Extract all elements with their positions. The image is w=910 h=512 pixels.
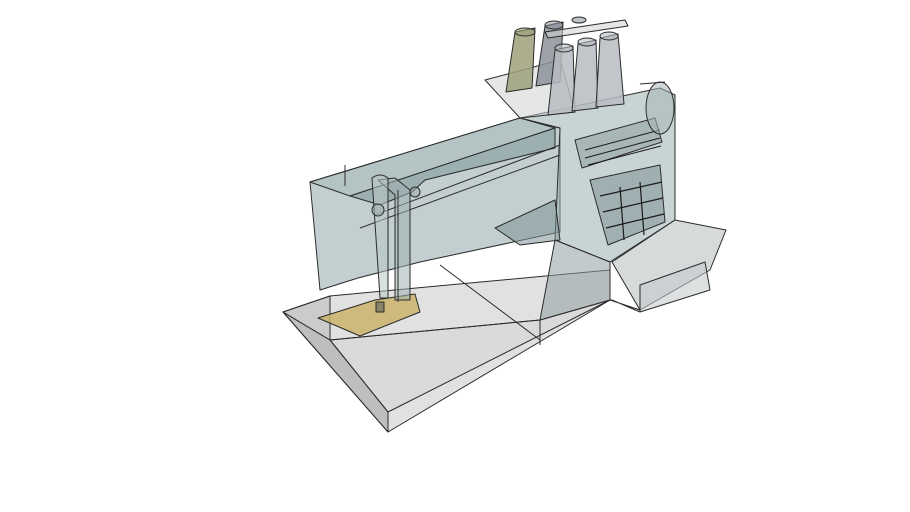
sewing-machine-drawing <box>282 16 727 433</box>
spool-light-2-icon <box>571 39 599 112</box>
spool-light-3-icon <box>595 33 625 108</box>
model-viewport[interactable] <box>0 0 910 512</box>
machine-arm <box>309 117 561 291</box>
spool-olive-icon <box>505 27 536 93</box>
